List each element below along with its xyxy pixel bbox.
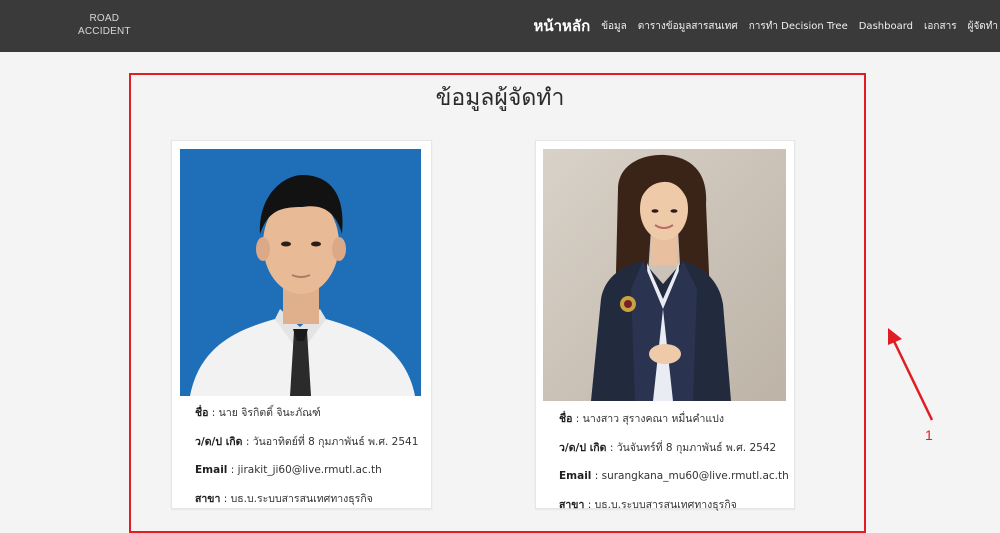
author-dob-row: ว/ด/ป เกิด : วันอาทิตย์ที่ 8 กุมภาพันธ์ … bbox=[195, 435, 418, 464]
author-info-2: ชื่อ : นางสาว สุรางคณา หมื่นคำแปง ว/ด/ป … bbox=[559, 412, 789, 526]
major-label: สาขา bbox=[559, 498, 585, 511]
nav-info-table[interactable]: ตารางข้อมูลสารสนเทศ bbox=[638, 19, 738, 34]
email-label: Email bbox=[195, 464, 228, 476]
name-label: ชื่อ bbox=[195, 407, 209, 419]
author-major-row: สาขา : บธ.บ.ระบบสารสนเทศทางธุรกิจ bbox=[559, 498, 789, 527]
author-dob-row: ว/ด/ป เกิด : วันจันทร์ที่ 8 กุมภาพันธ์ พ… bbox=[559, 441, 789, 470]
major-label: สาขา bbox=[195, 492, 221, 505]
top-navbar: ROAD ACCIDENT หน้าหลัก ข้อมูล ตารางข้อมู… bbox=[0, 0, 1000, 52]
author-major-row: สาขา : บธ.บ.ระบบสารสนเทศทางธุรกิจ bbox=[195, 492, 418, 521]
annotation-number: 1 bbox=[925, 427, 933, 443]
author-name: : นาย จิรกิตติ์ จินะภัณฑ์ bbox=[208, 407, 321, 419]
nav-authors[interactable]: ผู้จัดทำ bbox=[968, 19, 998, 34]
brand-line-2: ACCIDENT bbox=[78, 26, 131, 37]
author-photo-1 bbox=[180, 149, 421, 396]
dob-label: ว/ด/ป เกิด bbox=[195, 435, 243, 448]
brand-line-1: ROAD bbox=[89, 13, 120, 24]
nav-documents[interactable]: เอกสาร bbox=[924, 19, 957, 34]
author-dob: : วันจันทร์ที่ 8 กุมภาพันธ์ พ.ศ. 2542 bbox=[606, 441, 777, 454]
author-info-1: ชื่อ : นาย จิรกิตติ์ จินะภัณฑ์ ว/ด/ป เกิ… bbox=[195, 406, 418, 520]
annotation-arrow-icon bbox=[888, 328, 934, 421]
author-name-row: ชื่อ : นาย จิรกิตติ์ จินะภัณฑ์ bbox=[195, 406, 418, 435]
author-email-row: Email : jirakit_ji60@live.rmutl.ac.th bbox=[195, 463, 418, 492]
author-name-row: ชื่อ : นางสาว สุรางคณา หมื่นคำแปง bbox=[559, 412, 789, 441]
author-photo-2 bbox=[543, 149, 786, 401]
author-card-2: ชื่อ : นางสาว สุรางคณา หมื่นคำแปง ว/ด/ป … bbox=[535, 140, 795, 511]
page-title: ข้อมูลผู้จัดทำ bbox=[435, 85, 565, 111]
author-name: : นางสาว สุรางคณา หมื่นคำแปง bbox=[572, 413, 724, 425]
author-major: : บธ.บ.ระบบสารสนเทศทางธุรกิจ bbox=[584, 498, 737, 511]
nav-decision-tree[interactable]: การทำ Decision Tree bbox=[749, 19, 848, 34]
author-email: : surangkana_mu60@live.rmutl.ac.th bbox=[591, 470, 789, 482]
nav-dashboard[interactable]: Dashboard bbox=[859, 21, 913, 32]
author-major: : บธ.บ.ระบบสารสนเทศทางธุรกิจ bbox=[220, 492, 373, 505]
author-card-1: ชื่อ : นาย จิรกิตติ์ จินะภัณฑ์ ว/ด/ป เกิ… bbox=[171, 140, 432, 509]
nav-data[interactable]: ข้อมูล bbox=[601, 19, 627, 34]
nav-home[interactable]: หน้าหลัก bbox=[533, 14, 590, 38]
name-label: ชื่อ bbox=[559, 413, 573, 425]
author-email: : jirakit_ji60@live.rmutl.ac.th bbox=[227, 464, 382, 476]
email-label: Email bbox=[559, 470, 592, 482]
author-dob: : วันอาทิตย์ที่ 8 กุมภาพันธ์ พ.ศ. 2541 bbox=[242, 435, 419, 448]
brand-logo[interactable]: ROAD ACCIDENT bbox=[78, 12, 131, 38]
main-nav: หน้าหลัก ข้อมูล ตารางข้อมูลสารสนเทศ การท… bbox=[533, 0, 1000, 52]
author-email-row: Email : surangkana_mu60@live.rmutl.ac.th bbox=[559, 469, 789, 498]
dob-label: ว/ด/ป เกิด bbox=[559, 441, 607, 454]
